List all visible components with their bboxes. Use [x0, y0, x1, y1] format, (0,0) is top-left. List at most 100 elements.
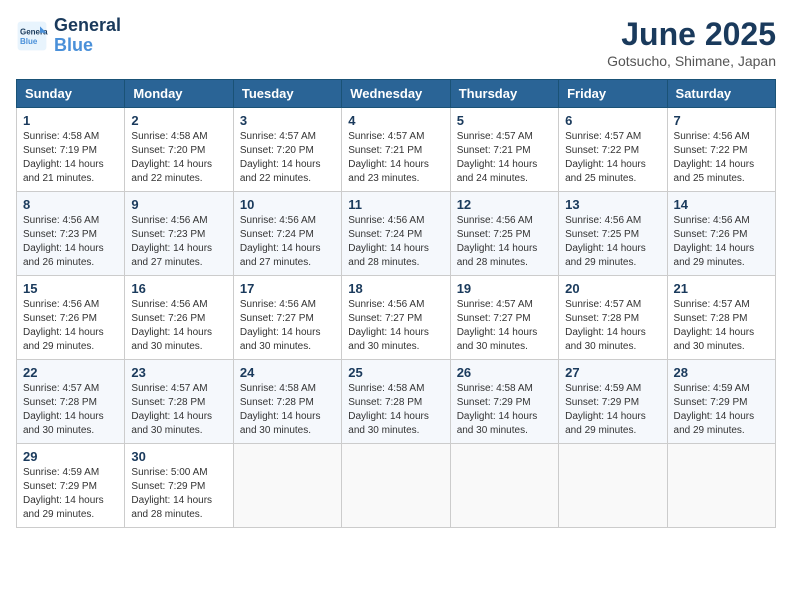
calendar-cell: 26 Sunrise: 4:58 AM Sunset: 7:29 PM Dayl… — [450, 360, 558, 444]
column-header-saturday: Saturday — [667, 80, 775, 108]
calendar-cell: 9 Sunrise: 4:56 AM Sunset: 7:23 PM Dayli… — [125, 192, 233, 276]
cell-info: Sunrise: 4:57 AM Sunset: 7:27 PM Dayligh… — [457, 298, 552, 354]
column-header-thursday: Thursday — [450, 80, 558, 108]
calendar-cell: 3 Sunrise: 4:57 AM Sunset: 7:20 PM Dayli… — [233, 108, 341, 192]
calendar-cell: 21 Sunrise: 4:57 AM Sunset: 7:28 PM Dayl… — [667, 276, 775, 360]
calendar-week-row: 15 Sunrise: 4:56 AM Sunset: 7:26 PM Dayl… — [17, 276, 776, 360]
day-number: 21 — [674, 281, 769, 296]
cell-info: Sunrise: 4:56 AM Sunset: 7:26 PM Dayligh… — [131, 298, 226, 354]
cell-info: Sunrise: 4:57 AM Sunset: 7:28 PM Dayligh… — [565, 298, 660, 354]
day-number: 10 — [240, 197, 335, 212]
calendar-cell: 27 Sunrise: 4:59 AM Sunset: 7:29 PM Dayl… — [559, 360, 667, 444]
cell-info: Sunrise: 4:57 AM Sunset: 7:28 PM Dayligh… — [674, 298, 769, 354]
calendar-cell — [667, 444, 775, 528]
day-number: 7 — [674, 113, 769, 128]
calendar-cell: 23 Sunrise: 4:57 AM Sunset: 7:28 PM Dayl… — [125, 360, 233, 444]
calendar-cell — [450, 444, 558, 528]
cell-info: Sunrise: 4:56 AM Sunset: 7:24 PM Dayligh… — [348, 214, 443, 270]
day-number: 23 — [131, 365, 226, 380]
cell-info: Sunrise: 4:57 AM Sunset: 7:28 PM Dayligh… — [131, 382, 226, 438]
day-number: 28 — [674, 365, 769, 380]
day-number: 4 — [348, 113, 443, 128]
column-header-monday: Monday — [125, 80, 233, 108]
calendar-cell — [342, 444, 450, 528]
calendar-cell: 30 Sunrise: 5:00 AM Sunset: 7:29 PM Dayl… — [125, 444, 233, 528]
month-title: June 2025 — [607, 16, 776, 53]
calendar-cell: 7 Sunrise: 4:56 AM Sunset: 7:22 PM Dayli… — [667, 108, 775, 192]
calendar-cell: 24 Sunrise: 4:58 AM Sunset: 7:28 PM Dayl… — [233, 360, 341, 444]
calendar-cell: 28 Sunrise: 4:59 AM Sunset: 7:29 PM Dayl… — [667, 360, 775, 444]
calendar-cell: 17 Sunrise: 4:56 AM Sunset: 7:27 PM Dayl… — [233, 276, 341, 360]
location: Gotsucho, Shimane, Japan — [607, 53, 776, 69]
calendar-cell: 20 Sunrise: 4:57 AM Sunset: 7:28 PM Dayl… — [559, 276, 667, 360]
cell-info: Sunrise: 4:58 AM Sunset: 7:20 PM Dayligh… — [131, 130, 226, 186]
calendar-cell: 1 Sunrise: 4:58 AM Sunset: 7:19 PM Dayli… — [17, 108, 125, 192]
calendar-cell: 22 Sunrise: 4:57 AM Sunset: 7:28 PM Dayl… — [17, 360, 125, 444]
cell-info: Sunrise: 4:56 AM Sunset: 7:25 PM Dayligh… — [565, 214, 660, 270]
cell-info: Sunrise: 4:56 AM Sunset: 7:26 PM Dayligh… — [23, 298, 118, 354]
day-number: 11 — [348, 197, 443, 212]
column-header-wednesday: Wednesday — [342, 80, 450, 108]
day-number: 14 — [674, 197, 769, 212]
day-number: 2 — [131, 113, 226, 128]
day-number: 30 — [131, 449, 226, 464]
column-header-friday: Friday — [559, 80, 667, 108]
svg-text:Blue: Blue — [20, 37, 38, 46]
day-number: 20 — [565, 281, 660, 296]
cell-info: Sunrise: 4:58 AM Sunset: 7:28 PM Dayligh… — [240, 382, 335, 438]
cell-info: Sunrise: 4:57 AM Sunset: 7:20 PM Dayligh… — [240, 130, 335, 186]
day-number: 26 — [457, 365, 552, 380]
logo-icon: General Blue — [16, 20, 48, 52]
calendar-cell: 25 Sunrise: 4:58 AM Sunset: 7:28 PM Dayl… — [342, 360, 450, 444]
cell-info: Sunrise: 5:00 AM Sunset: 7:29 PM Dayligh… — [131, 466, 226, 522]
day-number: 16 — [131, 281, 226, 296]
calendar-cell: 18 Sunrise: 4:56 AM Sunset: 7:27 PM Dayl… — [342, 276, 450, 360]
cell-info: Sunrise: 4:59 AM Sunset: 7:29 PM Dayligh… — [565, 382, 660, 438]
calendar-cell: 2 Sunrise: 4:58 AM Sunset: 7:20 PM Dayli… — [125, 108, 233, 192]
calendar-cell: 16 Sunrise: 4:56 AM Sunset: 7:26 PM Dayl… — [125, 276, 233, 360]
title-block: June 2025 Gotsucho, Shimane, Japan — [607, 16, 776, 69]
day-number: 6 — [565, 113, 660, 128]
day-number: 18 — [348, 281, 443, 296]
calendar-cell: 15 Sunrise: 4:56 AM Sunset: 7:26 PM Dayl… — [17, 276, 125, 360]
cell-info: Sunrise: 4:59 AM Sunset: 7:29 PM Dayligh… — [674, 382, 769, 438]
day-number: 5 — [457, 113, 552, 128]
day-number: 9 — [131, 197, 226, 212]
cell-info: Sunrise: 4:56 AM Sunset: 7:22 PM Dayligh… — [674, 130, 769, 186]
cell-info: Sunrise: 4:58 AM Sunset: 7:28 PM Dayligh… — [348, 382, 443, 438]
cell-info: Sunrise: 4:56 AM Sunset: 7:23 PM Dayligh… — [131, 214, 226, 270]
day-number: 25 — [348, 365, 443, 380]
cell-info: Sunrise: 4:56 AM Sunset: 7:24 PM Dayligh… — [240, 214, 335, 270]
calendar-cell: 8 Sunrise: 4:56 AM Sunset: 7:23 PM Dayli… — [17, 192, 125, 276]
day-number: 17 — [240, 281, 335, 296]
calendar-header-row: SundayMondayTuesdayWednesdayThursdayFrid… — [17, 80, 776, 108]
column-header-tuesday: Tuesday — [233, 80, 341, 108]
cell-info: Sunrise: 4:57 AM Sunset: 7:28 PM Dayligh… — [23, 382, 118, 438]
day-number: 15 — [23, 281, 118, 296]
page-header: General Blue General Blue June 2025 Gots… — [16, 16, 776, 69]
day-number: 27 — [565, 365, 660, 380]
cell-info: Sunrise: 4:57 AM Sunset: 7:21 PM Dayligh… — [457, 130, 552, 186]
cell-info: Sunrise: 4:59 AM Sunset: 7:29 PM Dayligh… — [23, 466, 118, 522]
calendar-cell: 10 Sunrise: 4:56 AM Sunset: 7:24 PM Dayl… — [233, 192, 341, 276]
calendar-cell: 11 Sunrise: 4:56 AM Sunset: 7:24 PM Dayl… — [342, 192, 450, 276]
day-number: 13 — [565, 197, 660, 212]
calendar-cell: 19 Sunrise: 4:57 AM Sunset: 7:27 PM Dayl… — [450, 276, 558, 360]
logo-text: General Blue — [54, 16, 121, 56]
day-number: 12 — [457, 197, 552, 212]
calendar-week-row: 22 Sunrise: 4:57 AM Sunset: 7:28 PM Dayl… — [17, 360, 776, 444]
calendar-table: SundayMondayTuesdayWednesdayThursdayFrid… — [16, 79, 776, 528]
day-number: 24 — [240, 365, 335, 380]
cell-info: Sunrise: 4:57 AM Sunset: 7:21 PM Dayligh… — [348, 130, 443, 186]
day-number: 3 — [240, 113, 335, 128]
cell-info: Sunrise: 4:56 AM Sunset: 7:23 PM Dayligh… — [23, 214, 118, 270]
calendar-cell: 4 Sunrise: 4:57 AM Sunset: 7:21 PM Dayli… — [342, 108, 450, 192]
calendar-cell — [233, 444, 341, 528]
calendar-cell: 13 Sunrise: 4:56 AM Sunset: 7:25 PM Dayl… — [559, 192, 667, 276]
cell-info: Sunrise: 4:56 AM Sunset: 7:25 PM Dayligh… — [457, 214, 552, 270]
cell-info: Sunrise: 4:57 AM Sunset: 7:22 PM Dayligh… — [565, 130, 660, 186]
calendar-cell — [559, 444, 667, 528]
calendar-cell: 12 Sunrise: 4:56 AM Sunset: 7:25 PM Dayl… — [450, 192, 558, 276]
cell-info: Sunrise: 4:56 AM Sunset: 7:27 PM Dayligh… — [240, 298, 335, 354]
cell-info: Sunrise: 4:58 AM Sunset: 7:29 PM Dayligh… — [457, 382, 552, 438]
